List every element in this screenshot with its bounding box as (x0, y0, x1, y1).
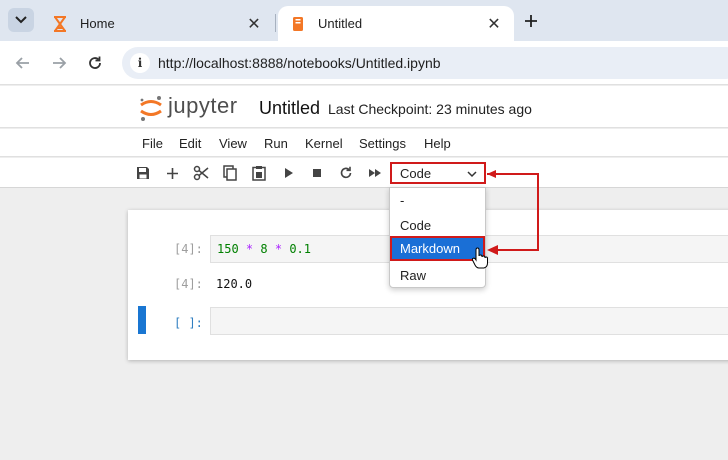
save-button[interactable] (134, 164, 152, 182)
address-bar[interactable]: i http://localhost:8888/notebooks/Untitl… (122, 47, 728, 79)
menu-run[interactable]: Run (264, 136, 288, 151)
browser-toolbar: i http://localhost:8888/notebooks/Untitl… (0, 41, 728, 85)
back-button[interactable] (12, 52, 34, 74)
cell-output: 120.0 (216, 277, 253, 291)
reload-icon (89, 56, 101, 69)
add-cell-button[interactable] (163, 164, 181, 182)
restart-button[interactable] (337, 164, 355, 182)
tab-title: Untitled (318, 16, 363, 31)
code-token: 150 (217, 242, 239, 256)
input-prompt: [4]: (174, 242, 203, 256)
chevron-down-icon (467, 171, 477, 178)
notebook-title[interactable]: Untitled (259, 98, 320, 119)
hourglass-icon (52, 15, 68, 32)
menu-settings[interactable]: Settings (359, 136, 406, 151)
info-icon[interactable]: i (130, 53, 150, 73)
cell-type-value: Code (400, 166, 432, 181)
code-token: * (274, 242, 283, 256)
fast-forward-icon (369, 169, 381, 177)
jupyter-wordmark: jupyter (168, 93, 238, 118)
paste-button[interactable] (250, 164, 268, 182)
run-icon (285, 168, 293, 178)
menu-file[interactable]: File (142, 136, 163, 151)
menu-help[interactable]: Help (424, 136, 451, 151)
last-checkpoint: Last Checkpoint: 23 minutes ago (328, 101, 532, 117)
forward-button[interactable] (48, 52, 70, 74)
paste-icon (252, 166, 266, 181)
input-prompt: [ ]: (174, 316, 203, 330)
active-cell-indicator (138, 306, 146, 334)
add-icon (166, 167, 178, 179)
notebook-icon (290, 16, 306, 32)
copy-icon (223, 165, 237, 181)
close-icon[interactable]: ✕ (244, 14, 264, 34)
cell-type-select[interactable]: Code (390, 162, 486, 184)
option-markdown[interactable]: Markdown (390, 236, 485, 261)
cut-icon (193, 165, 209, 181)
cell-type-dropdown: - Code Markdown Raw (389, 187, 486, 288)
close-icon[interactable]: ✕ (484, 14, 504, 34)
notebook-toolbar: Code (0, 158, 728, 188)
tab-untitled[interactable]: Untitled ✕ (278, 6, 514, 41)
jupyter-logo-icon[interactable] (138, 94, 164, 122)
code-line: 150 * 8 * 0.1 (217, 242, 311, 256)
menu-bar: File Edit View Run Kernel Settings Help (0, 129, 728, 157)
option-code[interactable]: Code (390, 213, 485, 238)
menu-kernel[interactable]: Kernel (305, 136, 343, 151)
option-none[interactable]: - (390, 188, 485, 213)
tab-separator (275, 14, 276, 32)
tab-home[interactable]: Home ✕ (40, 6, 274, 41)
stop-icon (313, 169, 321, 177)
browser-tab-strip: Home ✕ Untitled ✕ (0, 0, 728, 41)
tab-title: Home (80, 16, 115, 31)
code-cell-input-empty[interactable] (210, 307, 728, 335)
stop-button[interactable] (308, 164, 326, 182)
jupyter-header: jupyter Untitled Last Checkpoint: 23 min… (0, 86, 728, 128)
code-token: 8 (260, 242, 268, 256)
reload-button[interactable] (84, 52, 106, 74)
code-token: 0.1 (289, 242, 312, 256)
output-prompt: [4]: (174, 277, 203, 291)
restart-run-all-button[interactable] (366, 164, 384, 182)
restart-icon (340, 166, 352, 179)
option-raw[interactable]: Raw (390, 263, 485, 288)
menu-view[interactable]: View (219, 136, 247, 151)
chevron-down-icon (15, 16, 27, 24)
save-icon (137, 167, 149, 179)
copy-button[interactable] (221, 164, 239, 182)
arrow-right-icon (53, 57, 67, 69)
arrow-left-icon (15, 57, 29, 69)
plus-icon (525, 15, 537, 27)
tab-search-button[interactable] (8, 8, 34, 32)
run-button[interactable] (280, 164, 298, 182)
new-tab-button[interactable] (520, 10, 542, 32)
url-text: http://localhost:8888/notebooks/Untitled… (158, 55, 441, 71)
menu-edit[interactable]: Edit (179, 136, 201, 151)
cut-button[interactable] (192, 164, 210, 182)
